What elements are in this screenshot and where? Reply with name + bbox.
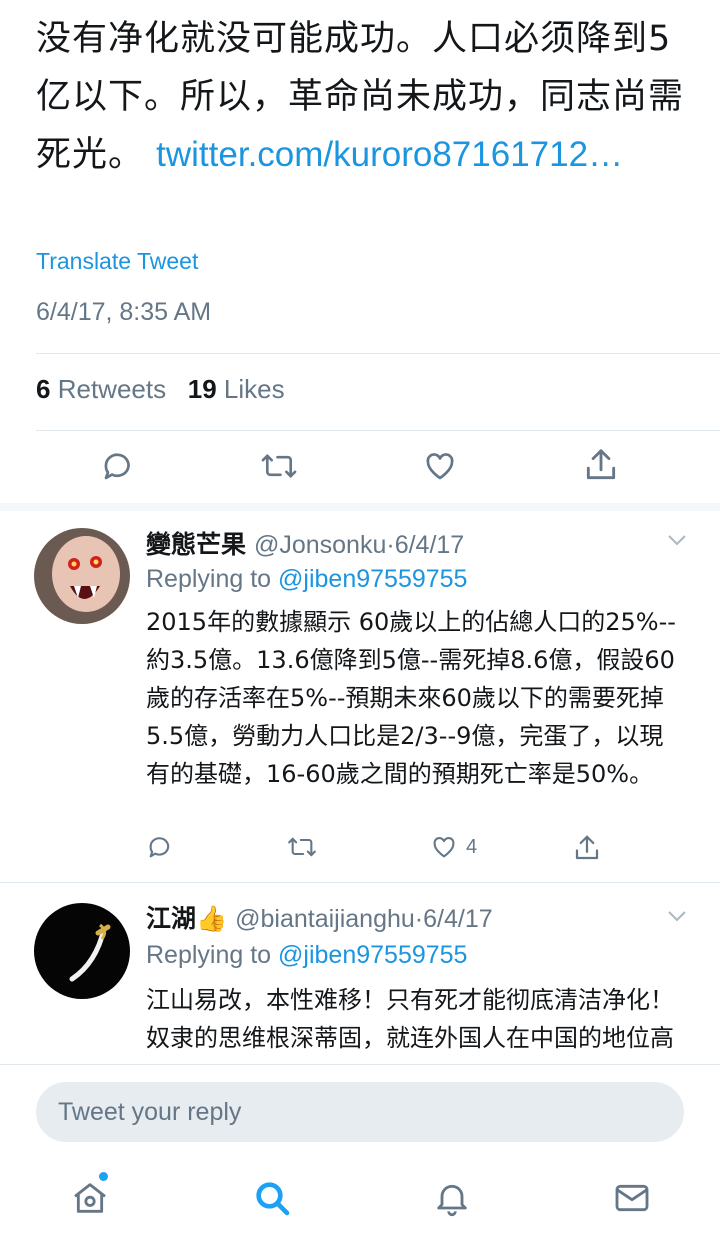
replying-label: Replying to — [146, 941, 272, 969]
reply-tweet[interactable]: 變態芒果 @Jonsonku·6/4/17 Replying to @jiben… — [0, 511, 720, 879]
reply-text: 江山易改，本性难移！只有死才能彻底清洁净化！奴隶的思维根深蒂固，就连外国人在中国… — [146, 986, 674, 1063]
retweet-button[interactable] — [260, 448, 298, 484]
likes-stat[interactable]: 19 Likes — [188, 374, 285, 404]
retweets-stat[interactable]: 6 Retweets — [36, 374, 166, 404]
display-name[interactable]: 江湖 — [146, 904, 196, 933]
chevron-down-icon[interactable] — [666, 909, 688, 923]
share-button[interactable] — [582, 446, 620, 484]
mention-link[interactable]: @jiben97559755 — [278, 565, 467, 593]
heart-icon — [433, 837, 455, 858]
thumbs-up-emoji: 👍 — [196, 904, 228, 933]
username[interactable]: @biantaijianghu — [235, 905, 415, 933]
replying-to: Replying to @jiben97559755 — [146, 941, 467, 970]
messages-icon — [615, 1184, 649, 1212]
reply-date: 6/4/17 — [423, 905, 493, 933]
reply-icon — [104, 453, 130, 480]
search-tab[interactable] — [252, 1178, 292, 1218]
retweet-button[interactable] — [286, 833, 318, 861]
reply-header: 江湖👍 @biantaijianghu·6/4/17 — [146, 899, 493, 935]
mention-link[interactable]: @jiben97559755 — [278, 941, 467, 969]
tweet-text: 没有净化就没可能成功。人口必须降到5亿以下。所以，革命尚未成功，同志尚需死光。 … — [36, 10, 696, 184]
like-count: 4 — [466, 835, 478, 858]
notifications-icon — [437, 1184, 467, 1216]
tweet-stats: 6 Retweets 19 Likes — [36, 374, 285, 405]
divider — [36, 353, 720, 354]
like-button[interactable]: 4 — [430, 833, 477, 861]
notifications-tab[interactable] — [432, 1178, 472, 1218]
reply-button[interactable] — [100, 448, 136, 484]
reply-header: 變態芒果 @Jonsonku·6/4/17 — [146, 525, 464, 561]
retweets-count: 6 — [36, 374, 51, 404]
messages-tab[interactable] — [612, 1178, 652, 1218]
like-button[interactable] — [422, 448, 458, 484]
share-button[interactable] — [572, 833, 602, 863]
section-separator — [0, 503, 720, 511]
home-tab[interactable] — [70, 1178, 110, 1218]
divider — [36, 430, 720, 431]
reply-icon — [149, 837, 170, 858]
share-icon — [575, 835, 599, 860]
separator-dot: · — [386, 531, 395, 559]
display-name[interactable]: 變態芒果 — [146, 530, 246, 559]
home-icon — [74, 1183, 106, 1213]
home-notification-dot — [99, 1172, 108, 1181]
search-icon — [256, 1182, 290, 1216]
retweets-label: Retweets — [57, 374, 167, 404]
avatar[interactable] — [34, 528, 130, 624]
retweet-icon — [261, 454, 297, 478]
main-tweet-actions — [0, 444, 720, 494]
tweet-timestamp: 6/4/17, 8:35 AM — [36, 298, 212, 326]
replying-label: Replying to — [146, 565, 272, 593]
reply-date: 6/4/17 — [394, 531, 465, 559]
likes-count: 19 — [187, 374, 217, 404]
translate-tweet-link[interactable]: Translate Tweet — [36, 248, 198, 275]
reply-button[interactable] — [146, 833, 174, 861]
retweet-icon — [288, 837, 316, 857]
username[interactable]: @Jonsonku — [254, 531, 386, 559]
tweet-reply-input[interactable]: Tweet your reply — [36, 1082, 684, 1142]
avatar[interactable] — [34, 903, 130, 999]
chevron-down-icon[interactable] — [666, 533, 688, 547]
reply-tweet[interactable]: 江湖👍 @biantaijianghu·6/4/17 Replying to @… — [0, 883, 720, 1063]
tweet-link[interactable]: twitter.com/kuroro87161712… — [156, 135, 623, 174]
share-icon — [586, 449, 616, 480]
reply-text: 2015年的數據顯示 60歲以上的佔總人口的25%--約3.5億。13.6億降到… — [146, 608, 676, 788]
separator-dot: · — [414, 905, 424, 933]
heart-icon — [426, 453, 454, 480]
likes-label: Likes — [223, 374, 285, 404]
replying-to: Replying to @jiben97559755 — [146, 565, 467, 594]
reply-actions: 4 — [0, 833, 720, 883]
